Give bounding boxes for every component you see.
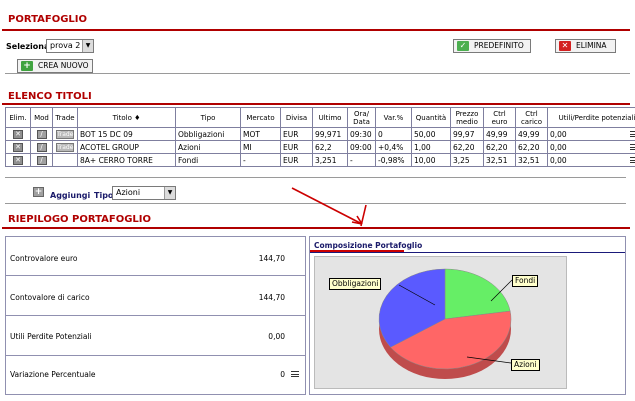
annotation-arrow xyxy=(291,187,404,252)
